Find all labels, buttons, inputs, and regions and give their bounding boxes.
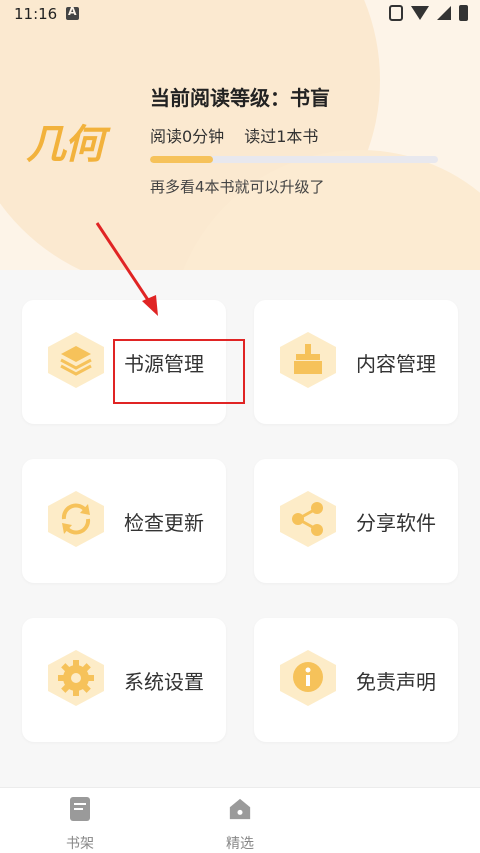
read-time: 阅读0分钟 bbox=[150, 127, 225, 146]
menu-label: 内容管理 bbox=[356, 352, 436, 376]
status-time: 11:16 bbox=[14, 5, 58, 23]
battery-icon bbox=[459, 5, 468, 21]
menu-label: 检查更新 bbox=[124, 511, 204, 535]
app-logo: 几何 bbox=[26, 122, 104, 168]
bookshelf-icon bbox=[70, 797, 90, 821]
menu-card-check-update[interactable]: 检查更新 bbox=[22, 459, 226, 583]
books-read: 读过1本书 bbox=[244, 127, 319, 146]
notification-a-icon bbox=[66, 5, 79, 20]
menu-label: 免责声明 bbox=[356, 670, 436, 694]
info-icon bbox=[280, 650, 336, 706]
menu-card-disclaimer[interactable]: 免责声明 bbox=[254, 618, 458, 742]
bottom-nav: 书架 精选 bbox=[0, 787, 480, 853]
menu-label: 分享软件 bbox=[356, 511, 436, 535]
vibrate-icon bbox=[389, 5, 403, 21]
system-icons bbox=[389, 5, 468, 21]
menu-label: 系统设置 bbox=[124, 670, 204, 694]
cell-signal-icon bbox=[437, 6, 451, 20]
gear-icon bbox=[48, 650, 104, 706]
nav-item-featured[interactable]: 精选 bbox=[210, 796, 270, 853]
wifi-icon bbox=[411, 6, 429, 20]
status-bar: 11:16 bbox=[0, 0, 480, 28]
nav-label: 精选 bbox=[226, 836, 254, 852]
layers-icon bbox=[48, 332, 104, 388]
upgrade-hint: 再多看4本书就可以升级了 bbox=[150, 178, 325, 196]
reading-stats: 阅读0分钟 读过1本书 bbox=[150, 123, 318, 147]
share-icon bbox=[280, 491, 336, 547]
annotation-highlight-box bbox=[113, 339, 245, 404]
nav-item-bookshelf[interactable]: 书架 bbox=[50, 796, 110, 853]
menu-card-content-manage[interactable]: 内容管理 bbox=[254, 300, 458, 424]
level-progress-bar bbox=[150, 156, 438, 163]
reading-level-title: 当前阅读等级：书盲 bbox=[150, 86, 330, 110]
broom-icon bbox=[280, 332, 336, 388]
level-progress-fill bbox=[150, 156, 214, 163]
refresh-icon bbox=[48, 491, 104, 547]
menu-card-share-app[interactable]: 分享软件 bbox=[254, 459, 458, 583]
nav-label: 书架 bbox=[66, 836, 94, 852]
home-icon bbox=[229, 798, 251, 820]
menu-card-system-settings[interactable]: 系统设置 bbox=[22, 618, 226, 742]
